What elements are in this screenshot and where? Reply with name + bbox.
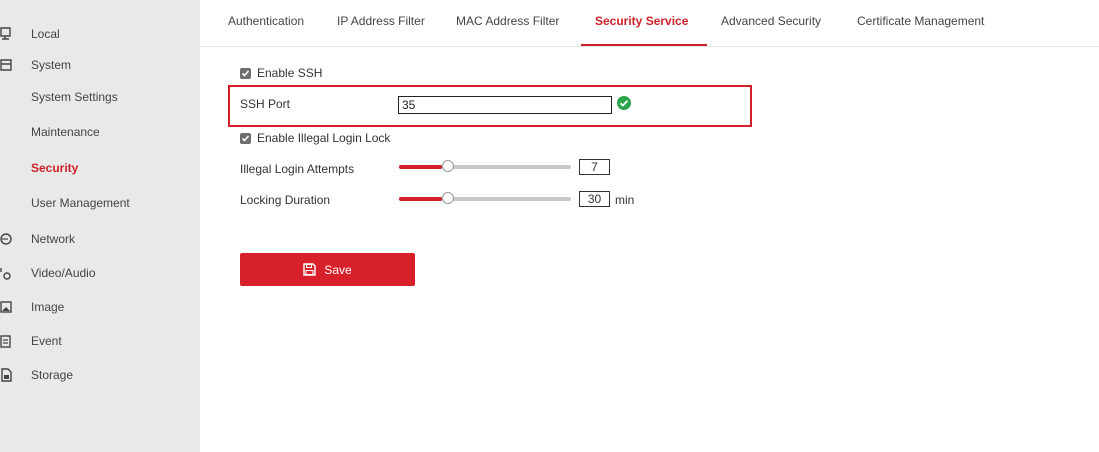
- floppy-disk-icon: [303, 263, 317, 276]
- video-audio-icon: [0, 265, 14, 281]
- tab-certificate-management[interactable]: Certificate Management: [857, 14, 984, 28]
- active-tab-indicator: [581, 44, 707, 46]
- enable-illegal-login-lock-checkbox[interactable]: [240, 133, 251, 144]
- save-button[interactable]: Save: [240, 253, 415, 286]
- sidebar-item-local[interactable]: Local: [0, 17, 200, 51]
- sidebar-item-maintenance[interactable]: Maintenance: [0, 115, 200, 149]
- tab-authentication[interactable]: Authentication: [228, 14, 304, 28]
- sidebar-item-label: Network: [31, 232, 76, 246]
- slider-fill: [399, 197, 442, 201]
- locking-duration-unit: min: [615, 193, 635, 207]
- list-icon: [0, 57, 14, 73]
- sidebar-item-label: System: [31, 58, 72, 72]
- locking-duration-value[interactable]: 30: [579, 191, 610, 207]
- slider-thumb[interactable]: [442, 192, 454, 204]
- sidebar-item-security[interactable]: Security: [0, 151, 200, 185]
- sidebar-item-label: Local: [31, 27, 60, 41]
- illegal-login-attempts-slider[interactable]: [399, 160, 571, 174]
- monitor-icon: [0, 26, 14, 42]
- sidebar-item-label: Video/Audio: [31, 266, 96, 280]
- sidebar-item-user-management[interactable]: User Management: [0, 186, 200, 220]
- image-icon: [0, 299, 14, 315]
- ssh-port-label: SSH Port: [240, 97, 291, 111]
- check-circle-icon: [617, 96, 631, 110]
- sidebar-item-label: Security: [31, 161, 79, 175]
- sidebar-item-label: System Settings: [31, 90, 118, 104]
- ssh-port-input[interactable]: [398, 96, 612, 114]
- tab-advanced-security[interactable]: Advanced Security: [721, 14, 821, 28]
- sidebar-item-label: Event: [31, 334, 62, 348]
- tab-ip-address-filter[interactable]: IP Address Filter: [337, 14, 425, 28]
- slider-thumb[interactable]: [442, 160, 454, 172]
- calendar-icon: [0, 333, 14, 349]
- enable-illegal-login-lock-label: Enable Illegal Login Lock: [257, 131, 391, 145]
- tab-mac-address-filter[interactable]: MAC Address Filter: [456, 14, 559, 28]
- sidebar-item-label: Storage: [31, 368, 74, 382]
- sidebar-item-system-settings[interactable]: System Settings: [0, 80, 200, 114]
- slider-fill: [399, 165, 442, 169]
- sidebar-item-network[interactable]: Network: [0, 222, 200, 256]
- illegal-login-attempts-value[interactable]: 7: [579, 159, 610, 175]
- tab-bar: Authentication IP Address Filter MAC Add…: [200, 0, 1099, 47]
- sidebar-item-label: Maintenance: [31, 125, 100, 139]
- enable-ssh-checkbox[interactable]: [240, 68, 251, 79]
- sidebar: Local System System Settings Maintenance…: [0, 0, 200, 452]
- sidebar-item-label: User Management: [31, 196, 130, 210]
- locking-duration-label: Locking Duration: [240, 193, 331, 207]
- globe-icon: [0, 231, 14, 247]
- save-button-label: Save: [324, 262, 352, 277]
- sidebar-item-system[interactable]: System: [0, 48, 200, 82]
- illegal-login-attempts-label: Illegal Login Attempts: [240, 162, 355, 176]
- tab-security-service[interactable]: Security Service: [595, 14, 688, 28]
- storage-icon: [0, 367, 14, 383]
- sidebar-item-image[interactable]: Image: [0, 290, 200, 324]
- sidebar-item-video-audio[interactable]: Video/Audio: [0, 256, 200, 290]
- sidebar-item-label: Image: [31, 300, 65, 314]
- locking-duration-slider[interactable]: [399, 192, 571, 206]
- enable-ssh-label: Enable SSH: [257, 66, 323, 80]
- sidebar-item-event[interactable]: Event: [0, 324, 200, 358]
- sidebar-item-storage[interactable]: Storage: [0, 358, 200, 392]
